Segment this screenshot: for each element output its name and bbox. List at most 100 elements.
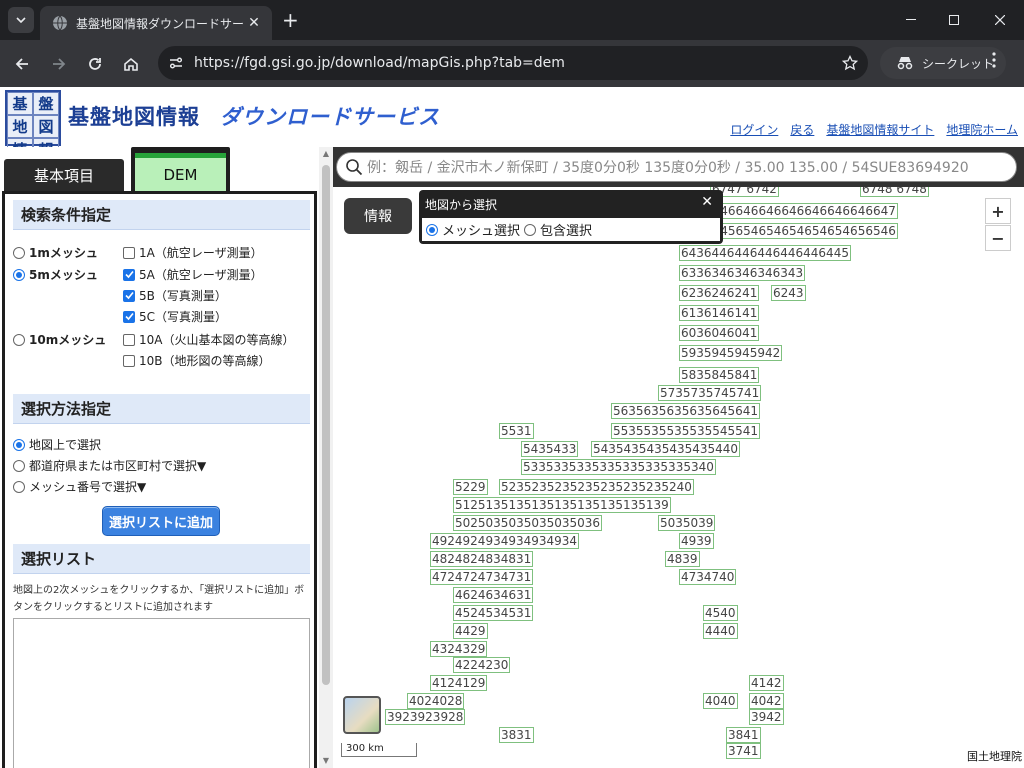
mesh-cell-label[interactable]: 4440 <box>703 623 738 639</box>
mesh-cell-label[interactable]: 5025035035035035036 <box>453 515 603 531</box>
mesh-cell-label[interactable]: 3942 <box>749 709 784 725</box>
select-on-map-radio[interactable]: 地図上で選択 <box>13 436 101 453</box>
reload-button[interactable] <box>81 50 109 78</box>
mesh-cell-label[interactable]: 4839 <box>665 551 700 567</box>
mesh-cell-label[interactable]: 6436446446446446446445 <box>679 245 851 261</box>
mesh-cell-label[interactable]: 6136146141 <box>679 305 760 321</box>
gsi-home-link[interactable]: 地理院ホーム <box>946 121 1018 138</box>
mesh-cell-label[interactable]: 4724724734731 <box>430 569 534 585</box>
mesh-cell-label[interactable]: 5735735745741 <box>658 385 762 401</box>
minimize-button[interactable] <box>891 6 931 34</box>
fgd-site-link[interactable]: 基盤地図情報サイト <box>826 121 934 138</box>
radio-icon <box>13 480 25 493</box>
scroll-up-icon[interactable]: ▲ <box>322 149 330 158</box>
browser-menu-icon[interactable] <box>992 52 996 72</box>
selection-list-box[interactable] <box>13 618 310 768</box>
back-button[interactable] <box>8 50 36 78</box>
close-window-button[interactable] <box>980 6 1020 34</box>
login-link[interactable]: ログイン <box>730 121 778 138</box>
mesh-cell-label[interactable]: 5125135135135135135135135139 <box>453 497 671 513</box>
mesh-cell-label[interactable]: 4524534531 <box>453 605 534 621</box>
select-by-mesh-radio[interactable]: メッシュ番号で選択▼ <box>13 478 146 495</box>
mesh-cell-label[interactable]: 4042 <box>749 693 784 709</box>
opt-1a-checkbox[interactable]: 1A（航空レーザ測量） <box>123 244 263 261</box>
mesh-cell-label[interactable]: 4624634631 <box>453 587 534 603</box>
mesh-cell-label[interactable]: 5531 <box>499 423 534 439</box>
mesh-cell-label[interactable]: 6336346346346343 <box>679 265 806 281</box>
info-button[interactable]: 情報 <box>344 198 412 234</box>
map-search-input[interactable]: 例：剱岳 / 金沢市木ノ新保町 / 35度0分0秒 135度0分0秒 / 35.… <box>336 152 1017 182</box>
left-panel-scrollbar[interactable]: ▲ ▼ <box>319 147 333 768</box>
opt-5c-checkbox[interactable]: 5C（写真測量） <box>123 308 227 325</box>
maximize-button[interactable] <box>934 6 974 34</box>
minimize-icon <box>906 19 916 20</box>
map-view[interactable]: 6747 6742 6748 6748 6646646646646646646646… <box>333 147 1024 768</box>
mesh-cell-label[interactable]: 5935945945942 <box>679 345 783 361</box>
opt-5a-checkbox[interactable]: 5A（航空レーザ測量） <box>123 266 263 283</box>
incognito-indicator[interactable]: シークレット <box>880 47 1006 79</box>
mesh-cell-label[interactable]: 4142 <box>749 675 784 691</box>
mesh-cell-label[interactable]: 3923923928 <box>385 709 466 725</box>
mesh-cell-label[interactable]: 4824824834831 <box>430 551 534 567</box>
mesh-cell-label[interactable]: 6236246241 <box>679 285 760 301</box>
add-to-list-button[interactable]: 選択リストに追加 <box>102 506 220 536</box>
include-select-radio[interactable]: 包含選択 <box>524 220 592 239</box>
new-tab-button[interactable]: + <box>282 8 299 32</box>
mesh-cell-label[interactable]: 5635635635635645641 <box>611 403 761 419</box>
mesh-cell-label[interactable]: 4734740 <box>679 569 737 585</box>
minimap-toggle[interactable] <box>343 696 381 734</box>
mesh-cell-label[interactable]: 4324329 <box>430 641 488 657</box>
mesh-cell-label[interactable]: 3831 <box>499 727 534 743</box>
mesh-cell-label[interactable]: 5435433 <box>521 441 579 457</box>
close-icon[interactable]: ✕ <box>701 194 713 210</box>
mesh-cell-label[interactable]: 5435435435435435440 <box>591 441 741 457</box>
mesh-cell-label[interactable]: 4040 <box>703 693 738 709</box>
mesh-cell-label[interactable]: 4124129 <box>430 675 488 691</box>
browser-tab[interactable]: 基盤地図情報ダウンロードサービス ✕ <box>40 6 272 40</box>
opt-10b-checkbox[interactable]: 10B（地形図の等高線） <box>123 352 271 369</box>
home-button[interactable] <box>117 50 145 78</box>
opt-5b-checkbox[interactable]: 5B（写真測量） <box>123 287 227 304</box>
mesh-cell-label[interactable]: 6646646646646646646646647 <box>703 203 898 219</box>
mesh-cell-label[interactable]: 6545654654654654654656546 <box>703 223 898 239</box>
zoom-in-button[interactable]: + <box>985 198 1011 224</box>
mesh-cell-label[interactable]: 5535535535535545541 <box>611 423 761 439</box>
mesh-cell-label[interactable]: 4939 <box>679 533 714 549</box>
forward-button[interactable] <box>45 50 73 78</box>
opt-10a-checkbox[interactable]: 10A（火山基本図の等高線） <box>123 331 294 348</box>
back-link[interactable]: 戻る <box>790 121 814 138</box>
site-logo[interactable]: 基 盤 地 図 情 報 <box>5 90 61 161</box>
mesh-cell-label[interactable]: 6243 <box>771 285 806 301</box>
chevron-down-icon <box>16 17 26 23</box>
bookmark-star-icon[interactable] <box>832 55 868 71</box>
mesh-5m-radio[interactable]: 5mメッシュ <box>13 266 98 283</box>
mesh-cell-label[interactable]: 3741 <box>726 743 761 759</box>
mesh-cell-label[interactable]: 4224230 <box>453 657 511 673</box>
address-bar[interactable]: https://fgd.gsi.go.jp/download/mapGis.ph… <box>158 46 868 80</box>
site-title: 基盤地図情報 <box>68 105 200 129</box>
close-tab-icon[interactable]: ✕ <box>244 15 264 31</box>
site-info-icon[interactable] <box>158 55 194 71</box>
zoom-out-button[interactable]: − <box>985 225 1011 251</box>
mesh-10m-radio[interactable]: 10mメッシュ <box>13 331 106 348</box>
tab-dem[interactable]: DEM <box>131 147 230 191</box>
mesh-cell-label[interactable]: 4540 <box>703 605 738 621</box>
mesh-cell-label[interactable]: 5035039 <box>658 515 716 531</box>
mesh-cell-label[interactable]: 6036046041 <box>679 325 760 341</box>
tab-search-button[interactable] <box>8 7 34 33</box>
mesh-cell-label[interactable]: 5235235235235235235235240 <box>499 479 694 495</box>
mesh-cell-label[interactable]: 5335335335335335335335340 <box>521 459 716 475</box>
mesh-cell-label[interactable]: 5835845841 <box>679 367 760 383</box>
mesh-select-radio[interactable]: メッシュ選択 <box>426 220 520 239</box>
mesh-1m-radio[interactable]: 1mメッシュ <box>13 244 98 261</box>
scrollbar-thumb[interactable] <box>322 165 330 685</box>
select-by-pref-radio[interactable]: 都道府県または市区町村で選択▼ <box>13 457 206 474</box>
mesh-cell-label[interactable]: 4924924934934934934 <box>430 533 580 549</box>
mesh-cell-label[interactable]: 3841 <box>726 727 761 743</box>
mesh-cell-label[interactable]: 4429 <box>453 623 488 639</box>
tab-basic-items[interactable]: 基本項目 <box>4 159 124 191</box>
mesh-cell-label[interactable]: 4024028 <box>407 693 465 709</box>
mesh-cell-label[interactable]: 5229 <box>453 479 488 495</box>
scroll-down-icon[interactable]: ▼ <box>322 756 330 765</box>
mesh-5m-label: 5mメッシュ <box>29 268 98 282</box>
